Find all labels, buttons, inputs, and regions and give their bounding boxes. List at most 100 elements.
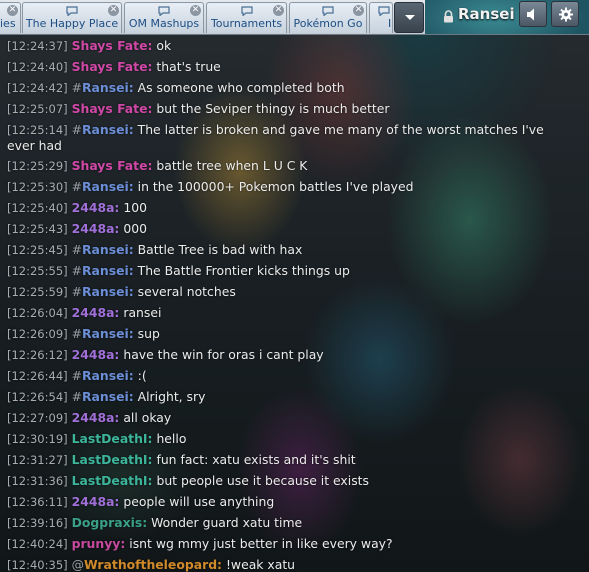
message-username[interactable]: Ransei: bbox=[82, 179, 134, 194]
chat-message: [12:31:27] LastDeathI: fun fact: xatu ex… bbox=[7, 452, 583, 468]
tab-pokemon-go[interactable]: ✕ Pokémon Go bbox=[289, 2, 367, 33]
room-tab-bar: ✕ ies ✕ The Happy Place ✕ OM Mashups ✕ T… bbox=[0, 0, 589, 35]
tab-label: OM Mashups bbox=[128, 17, 200, 30]
chat-message: [12:25:29] Shays Fate: battle tree when … bbox=[7, 158, 583, 174]
tab-label: The Happy Place bbox=[25, 17, 119, 30]
chat-message: [12:25:07] Shays Fate: but the Seviper t… bbox=[7, 101, 583, 117]
message-username[interactable]: Ransei: bbox=[82, 326, 134, 341]
message-text: :( bbox=[137, 368, 147, 383]
message-timestamp: [12:25:30] bbox=[7, 180, 68, 194]
chat-message: [12:31:36] LastDeathI: but people use it… bbox=[7, 473, 583, 489]
tab-next[interactable]: I bbox=[369, 2, 393, 33]
username[interactable]: Ransei bbox=[458, 5, 515, 23]
chat-log[interactable]: [12:24:37] Shays Fate: ok [12:24:40] Shay… bbox=[0, 34, 589, 572]
message-username[interactable]: 2448a: bbox=[72, 347, 120, 362]
message-text: Battle Tree is bad with hax bbox=[137, 242, 303, 257]
chat-bubble-icon bbox=[66, 6, 78, 17]
close-icon[interactable]: ✕ bbox=[190, 5, 201, 16]
chat-message: [12:25:40] 2448a: 100 bbox=[7, 200, 583, 216]
message-text: have the win for oras i cant play bbox=[123, 347, 324, 362]
user-bar: Ransei bbox=[425, 0, 589, 34]
message-timestamp: [12:26:54] bbox=[7, 390, 68, 404]
message-timestamp: [12:40:35] bbox=[7, 558, 68, 572]
user-rank-symbol: # bbox=[71, 179, 82, 194]
user-rank-symbol: # bbox=[71, 80, 82, 95]
gear-icon bbox=[558, 7, 574, 22]
message-timestamp: [12:39:16] bbox=[7, 516, 68, 530]
tab-tournaments[interactable]: ✕ Tournaments bbox=[206, 2, 287, 33]
message-username[interactable]: Ransei: bbox=[82, 368, 134, 383]
message-text: fun fact: xatu exists and it's shit bbox=[156, 452, 356, 467]
message-username[interactable]: Ransei: bbox=[82, 284, 134, 299]
message-text: As someone who completed both bbox=[137, 80, 345, 95]
message-timestamp: [12:26:12] bbox=[7, 348, 68, 362]
message-username[interactable]: Ransei: bbox=[82, 80, 134, 95]
chat-message: [12:39:16] Dogpraxis: Wonder guard xatu … bbox=[7, 515, 583, 531]
message-timestamp: [12:24:42] bbox=[7, 81, 68, 95]
tab-label: ies bbox=[0, 17, 16, 30]
message-username[interactable]: 2448a: bbox=[72, 494, 120, 509]
chat-message: [12:40:24] prunyy: isnt wg mmy just bett… bbox=[7, 536, 583, 552]
user-rank-symbol: @ bbox=[71, 557, 84, 572]
message-text: !weak xatu bbox=[225, 557, 296, 572]
close-icon[interactable]: ✕ bbox=[7, 5, 18, 16]
sound-button[interactable] bbox=[519, 1, 547, 27]
message-text: hello bbox=[156, 431, 187, 446]
user-rank-symbol: # bbox=[71, 284, 82, 299]
message-username[interactable]: 2448a: bbox=[72, 410, 120, 425]
close-icon[interactable]: ✕ bbox=[353, 5, 364, 16]
message-username[interactable]: Dogpraxis: bbox=[72, 515, 148, 530]
message-text: 000 bbox=[123, 221, 147, 236]
chat-message: [12:27:09] 2448a: all okay bbox=[7, 410, 583, 426]
message-username[interactable]: Shays Fate: bbox=[72, 38, 153, 53]
message-text: ransei bbox=[123, 305, 162, 320]
message-timestamp: [12:30:19] bbox=[7, 432, 68, 446]
message-username[interactable]: 2448a: bbox=[72, 200, 120, 215]
message-timestamp: [12:26:04] bbox=[7, 306, 68, 320]
message-text: that's true bbox=[156, 59, 221, 74]
user-rank-symbol: # bbox=[71, 263, 82, 278]
tab-om-mashups[interactable]: ✕ OM Mashups bbox=[124, 2, 204, 33]
message-timestamp: [12:25:43] bbox=[7, 222, 68, 236]
more-tabs-button[interactable] bbox=[394, 2, 424, 33]
message-username[interactable]: Ransei: bbox=[82, 122, 134, 137]
close-icon[interactable]: ✕ bbox=[273, 5, 284, 16]
chat-message: [12:24:42] #Ransei: As someone who compl… bbox=[7, 80, 583, 96]
message-username[interactable]: Shays Fate: bbox=[72, 158, 153, 173]
message-username[interactable]: Ransei: bbox=[82, 242, 134, 257]
message-timestamp: [12:25:59] bbox=[7, 285, 68, 299]
message-username[interactable]: LastDeathI: bbox=[72, 431, 153, 446]
chat-bubble-icon bbox=[322, 6, 334, 17]
settings-button[interactable] bbox=[551, 1, 579, 27]
message-text: sup bbox=[137, 326, 160, 341]
lock-icon bbox=[443, 8, 454, 27]
message-username[interactable]: LastDeathI: bbox=[72, 473, 153, 488]
message-username[interactable]: 2448a: bbox=[72, 305, 120, 320]
speaker-icon bbox=[527, 8, 534, 21]
message-username[interactable]: Shays Fate: bbox=[72, 101, 153, 116]
message-timestamp: [12:27:09] bbox=[7, 411, 68, 425]
message-username[interactable]: Ransei: bbox=[82, 263, 134, 278]
message-timestamp: [12:31:27] bbox=[7, 453, 68, 467]
message-timestamp: [12:25:14] bbox=[7, 123, 68, 137]
message-text: Alright, sry bbox=[137, 389, 206, 404]
chat-message: [12:25:14] #Ransei: The latter is broken… bbox=[7, 122, 567, 153]
message-text: battle tree when L U C K bbox=[156, 158, 308, 173]
chat-message: [12:36:11] 2448a: people will use anythi… bbox=[7, 494, 583, 510]
message-username[interactable]: Wrathoftheleopard: bbox=[84, 557, 222, 572]
chat-message: [12:26:54] #Ransei: Alright, sry bbox=[7, 389, 583, 405]
close-icon[interactable]: ✕ bbox=[108, 5, 119, 16]
message-username[interactable]: Shays Fate: bbox=[72, 59, 153, 74]
user-rank-symbol: # bbox=[71, 326, 82, 341]
message-username[interactable]: prunyy: bbox=[72, 536, 126, 551]
message-username[interactable]: LastDeathI: bbox=[72, 452, 153, 467]
tab-previous[interactable]: ✕ ies bbox=[0, 2, 21, 33]
chevron-down-icon bbox=[405, 15, 415, 20]
chat-message: [12:25:30] #Ransei: in the 100000+ Pokem… bbox=[7, 179, 583, 195]
message-username[interactable]: Ransei: bbox=[82, 389, 134, 404]
message-timestamp: [12:24:40] bbox=[7, 60, 68, 74]
user-rank-symbol: # bbox=[71, 389, 82, 404]
tab-the-happy-place[interactable]: ✕ The Happy Place bbox=[22, 2, 122, 33]
message-username[interactable]: 2448a: bbox=[72, 221, 120, 236]
chat-bubble-icon bbox=[240, 6, 253, 17]
